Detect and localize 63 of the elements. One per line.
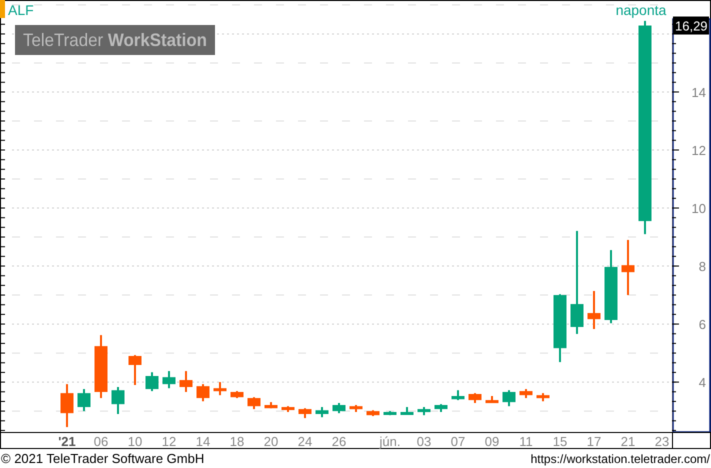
axis-label: 10 [692, 201, 706, 216]
candlestick [230, 391, 244, 398]
axis-label: 12 [692, 143, 706, 158]
candlestick [128, 355, 142, 385]
candlestick [298, 408, 312, 418]
candlestick [214, 382, 226, 396]
axis-label: 14 [196, 434, 210, 449]
axis-label: 26 [332, 434, 346, 449]
candlestick [264, 402, 278, 408]
axis-label: 4 [698, 375, 706, 390]
axis-label: 11 [519, 434, 533, 449]
candlestick [350, 405, 362, 412]
axis-label: 15 [552, 434, 568, 449]
candlestick [400, 407, 414, 415]
axis-label: 18 [230, 434, 244, 449]
candlestick [536, 393, 550, 402]
axis-label: 23 [654, 434, 670, 449]
candlestick [452, 390, 464, 400]
candlestick [196, 384, 210, 402]
candlestick [588, 291, 600, 329]
candlestick [486, 396, 498, 404]
candlestick [520, 389, 532, 398]
axis-label: 10 [128, 434, 142, 449]
axis-label: 07 [450, 434, 466, 449]
candlestick [332, 402, 346, 414]
candlestick [554, 294, 566, 362]
candlestick [180, 371, 192, 392]
axis-label: 8 [698, 259, 706, 274]
candlestick [434, 404, 448, 412]
candlestick [384, 411, 396, 416]
candlestick [622, 240, 634, 296]
candlestick [502, 390, 516, 406]
candlestick [418, 407, 430, 416]
candlestick [248, 397, 260, 410]
logo: TeleTrader WorkStation [15, 25, 215, 55]
candlestick [316, 407, 328, 418]
source-url: https://workstation.teletrader.com/ [530, 452, 710, 464]
series-marker [0, 0, 5, 18]
axis-label: jún. [380, 434, 400, 449]
candlestick [78, 389, 90, 412]
axis-label: 20 [264, 434, 278, 449]
interval-label: naponta [616, 2, 666, 18]
candlestick [112, 387, 124, 414]
symbol-label: ALF [8, 2, 34, 18]
price-tag: 16,29 [673, 16, 709, 35]
axis-label: 17 [586, 434, 602, 449]
axis-label: 14 [692, 84, 706, 100]
candlestick [60, 384, 74, 428]
axis-label: 21 [620, 434, 636, 449]
axis-label: '21 [58, 434, 76, 449]
axis-label: 06 [94, 434, 108, 449]
axis-label: 6 [698, 317, 706, 332]
axis-label: 24 [298, 434, 312, 449]
axis-label: 03 [416, 434, 432, 449]
candlestick [468, 393, 482, 403]
candlestick [94, 335, 108, 398]
candlestick [282, 406, 294, 412]
candlestick [146, 372, 158, 392]
copyright-text: © 2021 TeleTrader Software GmbH [1, 452, 204, 465]
candlestick [162, 371, 176, 388]
axis-label: 12 [162, 434, 176, 449]
candlestick [366, 410, 380, 416]
axis-label: 09 [484, 434, 500, 449]
